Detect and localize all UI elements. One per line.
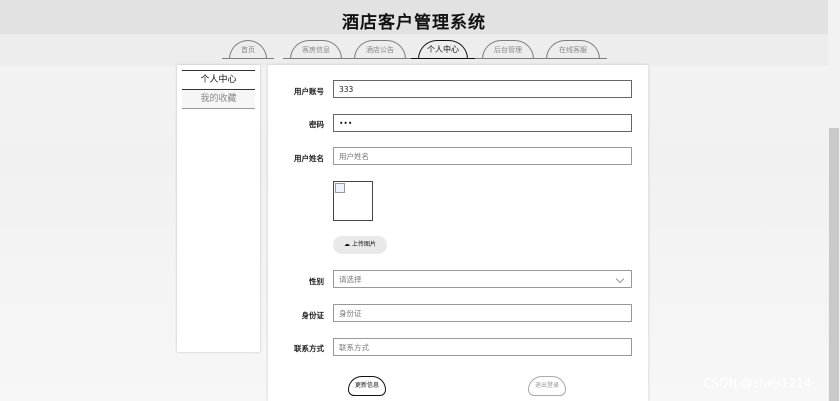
gender-select[interactable]: 请选择	[333, 270, 632, 288]
tab-admin-label: 后台管理	[494, 46, 522, 54]
tab-notices-label: 酒店公告	[366, 46, 394, 54]
nav-bar	[0, 34, 828, 66]
tab-online-service-label: 在线客服	[559, 46, 587, 54]
broken-image-icon	[335, 183, 345, 193]
header-bar: 酒店客户管理系统	[0, 0, 828, 34]
scrollbar-thumb[interactable]	[829, 128, 839, 401]
tab-notices[interactable]: 酒店公告	[347, 40, 413, 59]
tab-admin[interactable]: 后台管理	[475, 40, 541, 59]
name-label: 用户姓名	[294, 154, 324, 163]
contact-field[interactable]: 联系方式	[333, 338, 632, 356]
id-card-field[interactable]: 身份证	[333, 304, 632, 322]
sidebar-item-personal-center[interactable]: 个人中心	[182, 70, 255, 90]
tab-online-service[interactable]: 在线客服	[539, 40, 607, 59]
gender-label: 性别	[309, 277, 324, 286]
avatar-photo	[333, 181, 373, 221]
name-field[interactable]: 用户姓名	[333, 147, 632, 165]
logout-button[interactable]: 退出登录	[528, 376, 566, 396]
tab-personal-center-label: 个人中心	[427, 45, 459, 54]
id-card-label: 身份证	[301, 311, 325, 320]
upload-image-button[interactable]: ☁ 上传图片	[333, 236, 387, 254]
cloud-upload-icon: ☁	[344, 241, 351, 248]
account-field[interactable]: 333	[333, 80, 632, 98]
account-label: 用户账号	[294, 87, 324, 96]
password-field[interactable]: •••	[333, 114, 632, 132]
chevron-down-icon	[615, 274, 625, 284]
sidebar-item-favorites[interactable]: 我的收藏	[182, 90, 255, 109]
tab-rooms[interactable]: 客房信息	[283, 40, 349, 59]
tab-home-label: 首页	[241, 46, 255, 54]
update-info-button[interactable]: 更新信息	[348, 376, 386, 396]
upload-image-label: 上传图片	[351, 241, 376, 248]
gender-select-placeholder: 请选择	[339, 275, 362, 284]
password-label: 密码	[309, 120, 324, 129]
sidebar: 个人中心 我的收藏	[177, 65, 260, 352]
tab-rooms-label: 客房信息	[302, 46, 330, 54]
app-title: 酒店客户管理系统	[342, 13, 486, 33]
contact-label: 联系方式	[294, 344, 324, 353]
watermark: CSDN @sheji1214	[703, 376, 812, 390]
